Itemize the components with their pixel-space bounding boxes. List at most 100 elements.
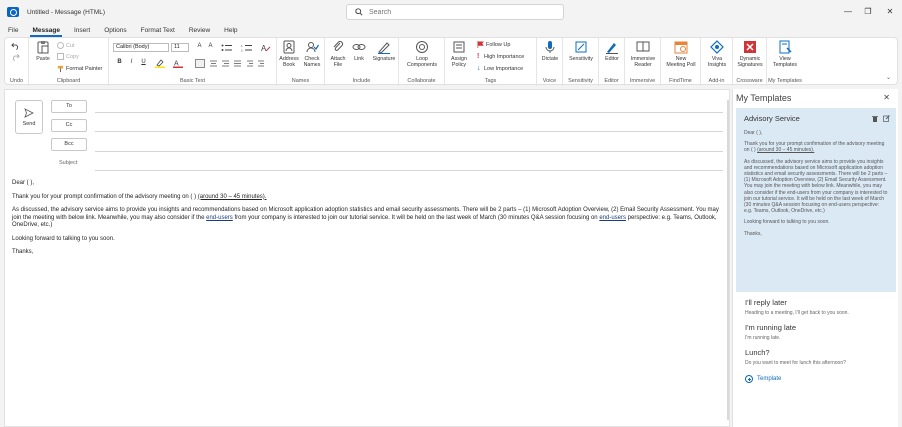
copy-button[interactable]: Copy: [57, 53, 79, 60]
search-input[interactable]: [369, 8, 549, 16]
bullets-icon[interactable]: [221, 44, 235, 52]
body-paragraph-4: Thanks,: [12, 249, 34, 255]
viva-insights-button[interactable]: Viva Insights: [703, 40, 731, 68]
send-button[interactable]: Send: [15, 100, 43, 134]
send-label: Send: [22, 120, 36, 127]
template-card-selected[interactable]: Advisory Service Dear ( ), Thank you for…: [736, 108, 896, 292]
sensitivity-icon: [575, 41, 587, 53]
editor-button[interactable]: Editor: [601, 40, 623, 62]
restore-button[interactable]: ❐: [858, 4, 878, 18]
underline-button[interactable]: U: [139, 59, 148, 65]
bold-button[interactable]: B: [115, 59, 124, 65]
bcc-input[interactable]: [95, 151, 723, 152]
font-name-dropdown[interactable]: Calibri (Body): [113, 43, 169, 52]
window-title: Untitled - Message (HTML): [27, 8, 106, 16]
edit-icon[interactable]: [883, 115, 890, 122]
editor-label: Editor: [605, 56, 619, 62]
attach-file-button[interactable]: Attach File: [327, 40, 349, 68]
group-label-basic-text: Basic Text: [180, 78, 205, 84]
viva-insights-label: Viva Insights: [707, 56, 727, 68]
address-book-button[interactable]: Address Book: [279, 40, 299, 68]
template-title: Advisory Service: [744, 114, 800, 123]
template-item-lunch[interactable]: Lunch? Do you want to meet for lunch thi…: [745, 348, 846, 366]
assign-policy-button[interactable]: Assign Policy: [447, 40, 471, 68]
tab-help[interactable]: Help: [222, 27, 239, 34]
dictate-button[interactable]: Dictate: [539, 40, 561, 62]
bcc-button[interactable]: Bcc: [51, 138, 87, 151]
address-book-label: Address Book: [279, 56, 299, 68]
end-users-link[interactable]: end-users: [599, 215, 626, 221]
template-item-reply-later[interactable]: I'll reply later Heading to a meeting, I…: [745, 298, 849, 316]
loop-components-label: Loop Components: [406, 56, 438, 68]
view-templates-button[interactable]: View Templates: [769, 40, 801, 68]
follow-up-button[interactable]: Follow Up: [477, 41, 510, 48]
highlight-icon[interactable]: [155, 59, 165, 68]
body-p1-text: Thank you for your prompt confirmation o…: [12, 193, 198, 200]
end-users-link[interactable]: end-users: [206, 215, 233, 221]
group-addin: Viva Insights Add-in: [701, 38, 733, 86]
subject-input[interactable]: [95, 170, 723, 171]
tab-message[interactable]: Message: [30, 27, 63, 37]
signature-icon: [378, 42, 390, 54]
paste-button[interactable]: Paste: [33, 40, 53, 62]
compose-scrollbar[interactable]: [727, 100, 729, 420]
message-body[interactable]: Dear ( ), Thank you for your prompt conf…: [12, 180, 722, 263]
template-preview: Dear ( ), Thank you for your prompt conf…: [744, 130, 888, 237]
check-names-button[interactable]: Check Names: [301, 40, 323, 68]
high-importance-label: High Importance: [484, 53, 525, 60]
group-label-sensitivity: Sensitivity: [568, 78, 593, 84]
group-basic-text: Calibri (Body) 11 A A 12 A B I U A Basic…: [109, 38, 277, 86]
numbering-icon[interactable]: 12: [241, 44, 255, 52]
subject-label: Subject: [59, 160, 78, 166]
dynamic-signatures-button[interactable]: Dynamic Signatures: [735, 40, 765, 68]
tab-format-text[interactable]: Format Text: [139, 27, 177, 34]
close-icon[interactable]: ✕: [883, 93, 890, 102]
copy-icon: [57, 53, 64, 60]
group-label-include: Include: [352, 78, 371, 84]
format-painter-button[interactable]: Format Painter: [57, 65, 102, 72]
search-box[interactable]: [346, 4, 564, 20]
redo-button[interactable]: [11, 53, 20, 61]
my-templates-pane: My Templates ✕ Advisory Service Dear ( )…: [732, 89, 898, 427]
loop-components-button[interactable]: Loop Components: [401, 40, 443, 68]
close-window-button[interactable]: ✕: [880, 4, 900, 18]
grow-font-button[interactable]: A: [195, 43, 204, 49]
low-importance-button[interactable]: ↓ Low Importance: [477, 65, 523, 72]
shrink-font-button[interactable]: A: [206, 43, 215, 49]
cc-input[interactable]: [95, 131, 723, 132]
tab-insert[interactable]: Insert: [72, 27, 92, 34]
italic-button[interactable]: I: [127, 59, 136, 65]
group-crossware: Dynamic Signatures Crossware: [733, 38, 767, 86]
template-p1: Thank you for your prompt confirmation o…: [744, 141, 888, 153]
ribbon-collapse-icon[interactable]: ⌄: [886, 74, 891, 81]
new-meeting-poll-button[interactable]: New Meeting Poll: [663, 40, 699, 68]
attach-file-label: Attach File: [330, 56, 346, 68]
immersive-reader-icon: [636, 41, 650, 52]
signature-button[interactable]: Signature: [371, 40, 397, 62]
alignment-indent-icons[interactable]: [209, 60, 265, 67]
tab-options[interactable]: Options: [102, 27, 128, 34]
tab-file[interactable]: File: [6, 27, 20, 34]
cut-button[interactable]: Cut: [57, 42, 75, 49]
scissors-icon: [57, 42, 64, 49]
align-left-button[interactable]: [195, 59, 205, 68]
add-template-button[interactable]: Template: [745, 375, 781, 383]
template-item-running-late[interactable]: I'm running late I'm running late.: [745, 323, 796, 341]
sensitivity-button[interactable]: Sensitivity: [565, 40, 597, 62]
tab-review[interactable]: Review: [187, 27, 212, 34]
group-label-addin: Add-in: [708, 78, 725, 84]
font-color-icon[interactable]: A: [173, 59, 183, 68]
to-button[interactable]: To: [51, 100, 87, 113]
delete-icon[interactable]: [872, 115, 878, 122]
immersive-reader-button[interactable]: Immersive Reader: [627, 40, 659, 68]
minimize-button[interactable]: —: [838, 4, 858, 18]
group-label-collaborate: Collaborate: [407, 78, 436, 84]
to-input[interactable]: [95, 112, 723, 113]
font-size-dropdown[interactable]: 11: [171, 43, 189, 52]
link-button[interactable]: Link: [349, 40, 369, 62]
undo-button[interactable]: [11, 42, 20, 50]
high-importance-button[interactable]: ! High Importance: [477, 53, 524, 60]
cc-button[interactable]: Cc: [51, 119, 87, 132]
clear-formatting-icon[interactable]: A: [261, 44, 271, 52]
address-book-icon: [283, 40, 295, 54]
